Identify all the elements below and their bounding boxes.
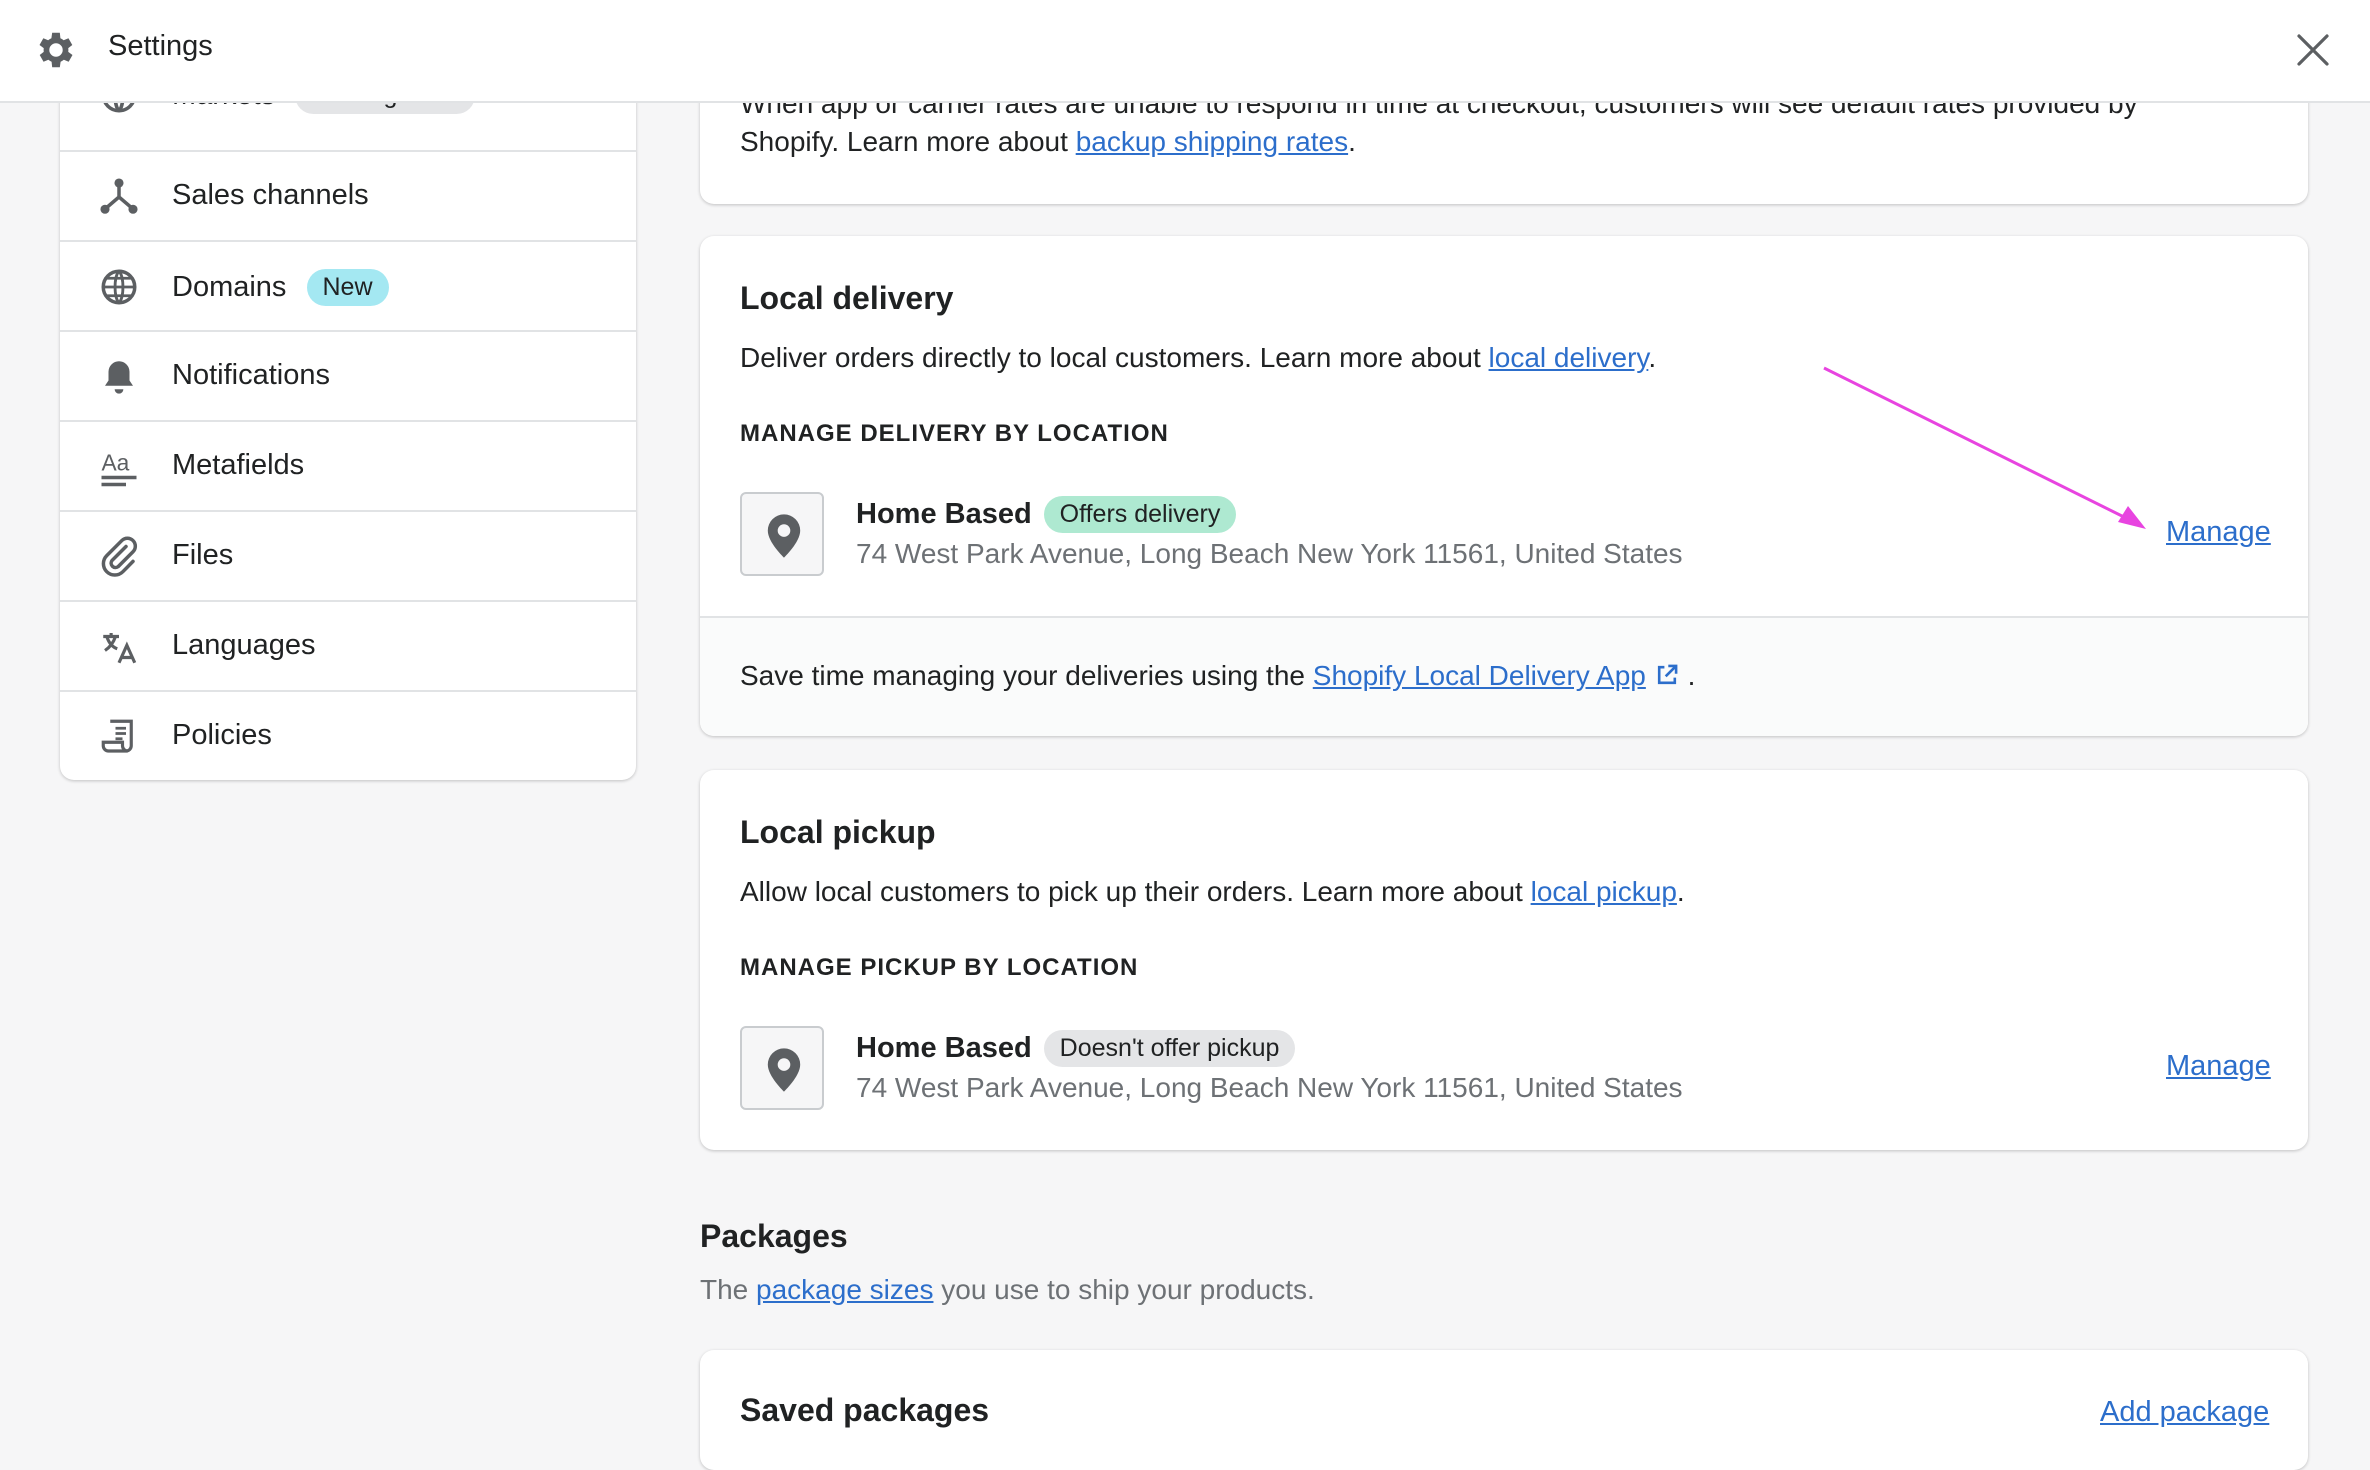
location-pin-icon [767, 1048, 801, 1092]
manage-delivery-link[interactable]: Manage [2166, 516, 2271, 549]
local-pickup-description: Allow local customers to pick up their o… [740, 876, 1685, 907]
sidebar-item-label: Sales channels [172, 179, 369, 211]
manage-delivery-subheading: MANAGE DELIVERY BY LOCATION [740, 420, 1169, 447]
svg-text:Aa: Aa [102, 450, 130, 476]
location-address: 74 West Park Avenue, Long Beach New York… [856, 538, 1683, 569]
policy-icon [101, 719, 133, 753]
top-bar: Settings [0, 0, 2370, 103]
offers-delivery-badge: Offers delivery [1043, 496, 1237, 533]
sidebar-item-label: Languages [172, 629, 316, 661]
sidebar-item-policies[interactable]: Policies [60, 690, 636, 780]
sidebar-item-label: Policies [172, 719, 272, 751]
page-title: Settings [108, 30, 213, 62]
add-package-button[interactable]: Add package [2100, 1396, 2269, 1429]
sidebar-item-label: Metafields [172, 449, 305, 481]
gear-icon [39, 32, 73, 68]
location-pin-icon [767, 514, 801, 558]
local-delivery-title: Local delivery [740, 280, 954, 316]
location-name: Home Based Doesn't offer pickup [856, 1030, 1296, 1067]
shopify-local-delivery-app-link[interactable]: Shopify Local Delivery App [1313, 660, 1646, 691]
packages-title: Packages [700, 1218, 848, 1254]
sidebar-item-label: Files [172, 539, 234, 571]
sidebar-item-label: Domains [172, 271, 287, 303]
paperclip-icon [101, 536, 138, 577]
sidebar-item-languages[interactable]: Languages [60, 600, 636, 690]
sidebar-item-files[interactable]: Files [60, 510, 636, 600]
manage-pickup-subheading: MANAGE PICKUP BY LOCATION [740, 954, 1139, 981]
package-sizes-link[interactable]: package sizes [756, 1274, 933, 1305]
backup-shipping-rates-link[interactable]: backup shipping rates [1076, 126, 1348, 157]
saved-packages-card: Saved packages Add package [700, 1350, 2308, 1470]
sidebar-item-label: Notifications [172, 359, 330, 391]
local-delivery-app-banner: Save time managing your deliveries using… [700, 616, 2308, 736]
local-delivery-app-text: Save time managing your deliveries using… [740, 660, 1696, 691]
location-thumbnail [740, 492, 824, 576]
location-address: 74 West Park Avenue, Long Beach New York… [856, 1072, 1683, 1103]
new-badge: New [306, 269, 389, 306]
packages-description: The package sizes you use to ship your p… [700, 1274, 1315, 1305]
bell-icon [105, 361, 133, 394]
sidebar-item-notifications[interactable]: Notifications [60, 330, 636, 420]
translate-icon [103, 633, 137, 664]
local-pickup-link[interactable]: local pickup [1531, 876, 1677, 907]
settings-sidebar: Markets Coming soon Sales channels Domai… [60, 60, 636, 780]
external-link-icon[interactable] [1654, 662, 1680, 688]
no-pickup-badge: Doesn't offer pickup [1043, 1030, 1296, 1067]
sidebar-item-domains[interactable]: Domains New [60, 240, 636, 330]
sales-channels-icon [100, 178, 138, 214]
local-delivery-description: Deliver orders directly to local custome… [740, 342, 1657, 373]
sidebar-item-sales-channels[interactable]: Sales channels [60, 150, 636, 240]
backup-rates-text-line2: Shopify. Learn more about backup shippin… [740, 126, 1356, 157]
local-pickup-card: Local pickup Allow local customers to pi… [700, 770, 2308, 1150]
local-delivery-link[interactable]: local delivery [1489, 342, 1649, 373]
metafields-icon: Aa [101, 450, 137, 487]
saved-packages-title: Saved packages [740, 1392, 990, 1428]
sidebar-item-metafields[interactable]: Aa Metafields [60, 420, 636, 510]
location-name: Home Based Offers delivery [856, 496, 1237, 533]
close-icon[interactable] [2293, 30, 2333, 70]
location-thumbnail [740, 1026, 824, 1110]
local-delivery-card: Local delivery Deliver orders directly t… [700, 236, 2308, 736]
globe-icon [101, 269, 137, 305]
manage-pickup-link[interactable]: Manage [2166, 1050, 2271, 1083]
local-pickup-title: Local pickup [740, 814, 936, 850]
